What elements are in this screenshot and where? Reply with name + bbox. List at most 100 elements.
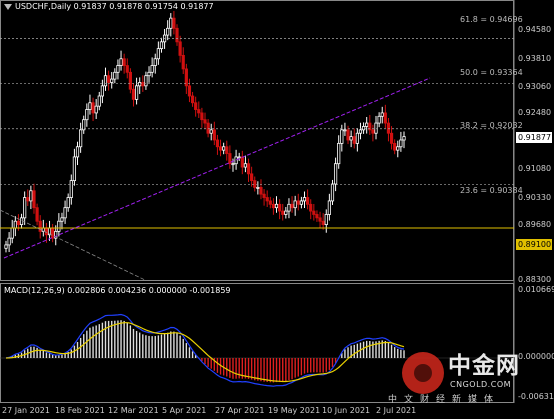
current-price-tag: 0.91877 bbox=[516, 132, 552, 143]
bear-candle bbox=[389, 132, 394, 144]
bear-candle bbox=[197, 109, 201, 114]
fib-label-236: 23.6 = 0.90384 bbox=[460, 186, 523, 195]
bull-candle bbox=[7, 237, 11, 246]
watermark: 中金网 CNGOLD.COM 中文财经新媒体 bbox=[388, 352, 550, 405]
bull-candle bbox=[222, 146, 226, 151]
watermark-en: CNGOLD.COM bbox=[450, 380, 512, 389]
bear-candle bbox=[141, 82, 145, 87]
bull-candle bbox=[103, 75, 108, 87]
bull-candle bbox=[29, 190, 33, 202]
bear-candle bbox=[178, 41, 182, 56]
price-axis-label: 0.93810 bbox=[518, 54, 552, 63]
horizontal-line-price-tag: 0.89100 bbox=[516, 239, 552, 250]
bear-candle bbox=[122, 58, 126, 66]
bear-candle bbox=[290, 203, 294, 209]
bull-candle bbox=[13, 220, 17, 229]
fib-label-382: 38.2 = 0.92032 bbox=[460, 121, 523, 130]
bear-candle bbox=[172, 17, 176, 29]
bear-candle bbox=[312, 210, 316, 215]
bull-candle bbox=[166, 27, 170, 36]
bull-candle bbox=[358, 129, 363, 134]
bull-candle bbox=[169, 17, 173, 29]
bull-candle bbox=[156, 48, 160, 60]
price-axis-label: 0.94580 bbox=[518, 25, 552, 34]
bear-candle bbox=[215, 139, 220, 148]
date-axis-label: 18 Feb 2021 bbox=[55, 406, 105, 415]
bear-candle bbox=[253, 180, 257, 188]
bull-candle bbox=[72, 156, 77, 182]
bull-candle bbox=[374, 122, 378, 134]
bull-candle bbox=[349, 136, 353, 141]
channel-line bbox=[0, 209, 146, 281]
bear-candle bbox=[32, 190, 36, 209]
bear-candle bbox=[371, 129, 375, 134]
date-axis-label: 27 Jan 2021 bbox=[2, 406, 50, 415]
bull-candle bbox=[337, 142, 341, 165]
bear-candle bbox=[206, 122, 210, 134]
bear-candle bbox=[16, 220, 21, 226]
bull-candle bbox=[150, 65, 154, 73]
bear-candle bbox=[309, 203, 313, 212]
bull-candle bbox=[361, 126, 366, 131]
bull-candle bbox=[330, 183, 335, 202]
price-axis-label: 0.89680 bbox=[518, 220, 552, 229]
bear-candle bbox=[194, 102, 198, 110]
bear-candle bbox=[346, 129, 350, 141]
bear-candle bbox=[246, 163, 251, 175]
bear-candle bbox=[250, 173, 254, 182]
bear-candle bbox=[203, 119, 207, 124]
bull-candle bbox=[340, 129, 344, 144]
bear-candle bbox=[383, 112, 387, 124]
bull-candle bbox=[138, 82, 142, 87]
symbol-title-text: USDCHF,Daily 0.91837 0.91878 0.91754 0.9… bbox=[15, 2, 214, 11]
bear-candle bbox=[175, 27, 179, 43]
bear-candle bbox=[281, 210, 285, 215]
bull-candle bbox=[293, 200, 297, 209]
bull-candle bbox=[113, 71, 117, 80]
bear-candle bbox=[200, 112, 204, 121]
date-axis-label: 19 May 2021 bbox=[268, 406, 321, 415]
bear-candle bbox=[131, 88, 136, 100]
bull-candle bbox=[94, 105, 98, 114]
bull-candle bbox=[274, 203, 279, 209]
price-axis-label: 0.92480 bbox=[518, 108, 552, 117]
bull-candle bbox=[365, 122, 369, 127]
date-axis-label: 12 Mar 2021 bbox=[108, 406, 159, 415]
bear-candle bbox=[306, 197, 310, 205]
bull-candle bbox=[57, 220, 61, 232]
bear-candle bbox=[318, 217, 322, 222]
watermark-cn: 中金网 bbox=[448, 353, 520, 379]
bull-candle bbox=[343, 129, 347, 132]
price-axis-label: 0.91080 bbox=[518, 164, 552, 173]
fib-label-500: 50.0 = 0.93364 bbox=[460, 68, 523, 77]
bear-candle bbox=[262, 193, 266, 198]
bull-candle bbox=[63, 207, 67, 219]
bear-candle bbox=[352, 136, 356, 144]
date-axis-label: 2 Jul 2021 bbox=[376, 406, 417, 415]
bull-candle bbox=[119, 58, 123, 66]
bear-candle bbox=[259, 186, 263, 195]
bull-candle bbox=[75, 146, 80, 158]
bull-candle bbox=[23, 197, 27, 219]
bull-candle bbox=[402, 136, 406, 141]
bull-candle bbox=[377, 115, 381, 124]
bull-candle bbox=[256, 186, 260, 189]
bear-candle bbox=[321, 220, 325, 226]
bull-candle bbox=[380, 112, 384, 117]
bear-candle bbox=[181, 54, 185, 70]
dropdown-triangle-icon bbox=[4, 3, 12, 10]
bull-candle bbox=[88, 102, 92, 110]
bear-candle bbox=[44, 227, 49, 236]
bull-candle bbox=[144, 75, 148, 87]
bull-candle bbox=[287, 203, 291, 212]
cngold-logo-icon bbox=[402, 352, 444, 394]
bear-candle bbox=[91, 102, 95, 114]
bull-candle bbox=[147, 71, 151, 77]
chart-title: USDCHF,Daily 0.91837 0.91878 0.91754 0.9… bbox=[4, 2, 214, 12]
bull-candle bbox=[209, 129, 213, 134]
bear-candle bbox=[125, 65, 129, 73]
bear-candle bbox=[386, 122, 391, 134]
bull-candle bbox=[324, 214, 328, 226]
bear-candle bbox=[26, 197, 30, 202]
bull-candle bbox=[284, 210, 288, 215]
